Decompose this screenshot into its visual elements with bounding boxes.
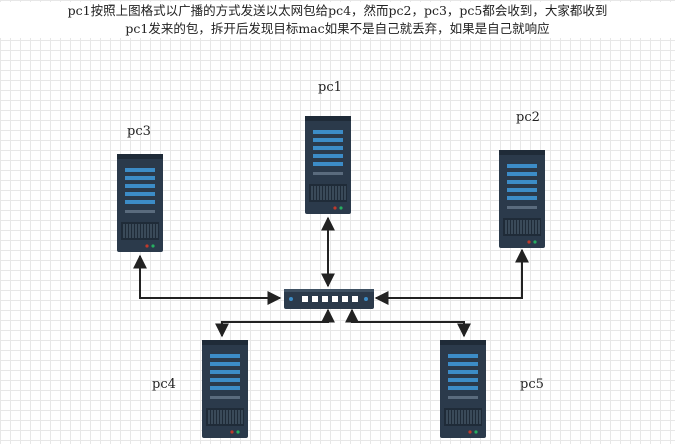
network-diagram-canvas: [0, 0, 675, 440]
link-pc3-switch: [133, 254, 282, 305]
switch-icon: [284, 289, 374, 309]
diagram-caption: pc1按照上图格式以广播的方式发送以太网包给pc4，然而pc2，pc3，pc5都…: [0, 2, 675, 38]
server-icon-pc4: [201, 339, 249, 439]
caption-line-2: pc1发来的包，拆开后发现目标mac如果不是自己就丢弃，如果是自己就响应: [125, 21, 550, 36]
node-label-pc4: pc4: [152, 377, 176, 392]
node-label-pc2: pc2: [516, 110, 540, 125]
node-label-pc5: pc5: [520, 377, 544, 392]
connector-lines: [133, 216, 529, 338]
link-switch-pc5: [345, 308, 471, 338]
link-switch-pc4: [215, 308, 335, 338]
server-icon-pc1: [304, 115, 352, 215]
server-icon-pc3: [116, 153, 164, 253]
node-label-pc3: pc3: [127, 124, 151, 139]
node-label-pc1: pc1: [318, 80, 342, 95]
link-pc2-switch: [374, 248, 529, 305]
server-icon-pc5: [439, 339, 487, 439]
server-icon-pc2: [498, 149, 546, 249]
caption-line-1: pc1按照上图格式以广播的方式发送以太网包给pc4，然而pc2，pc3，pc5都…: [67, 3, 608, 18]
